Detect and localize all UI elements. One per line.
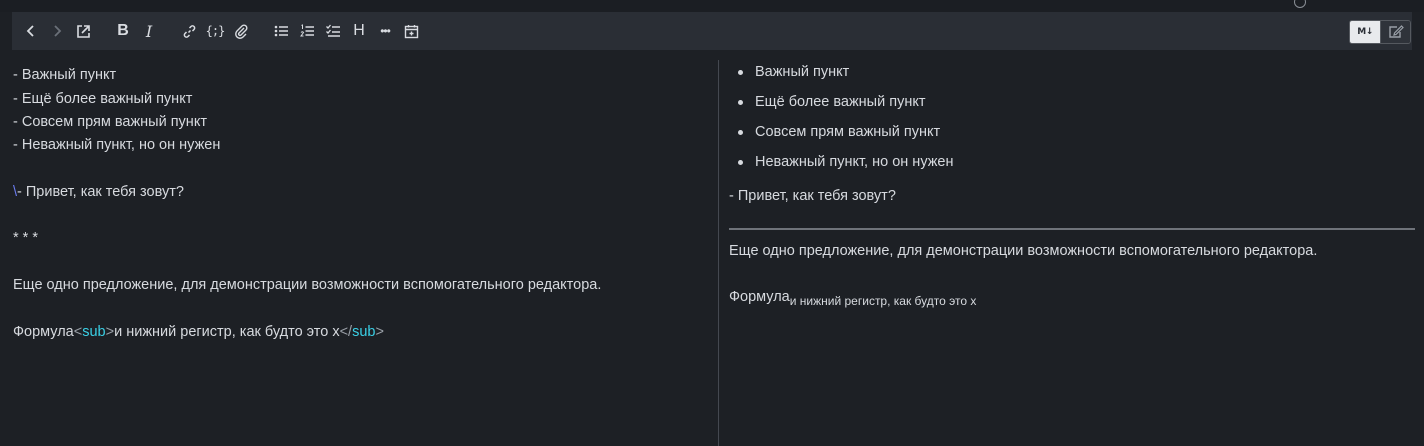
- editor-line: - Ещё более важный пункт: [13, 91, 193, 107]
- sub-open-tag: sub: [82, 324, 106, 340]
- list-bullet: [738, 130, 743, 135]
- escaped-paragraph: - Привет, как тебя зовут?: [729, 188, 896, 204]
- formula-prefix: Формула: [13, 324, 74, 340]
- bullet-list-button[interactable]: [268, 18, 294, 44]
- window-top-strip: [0, 0, 1424, 12]
- paragraph: Еще одно предложение, для демонстрации в…: [729, 243, 1318, 259]
- markdown-mode-button[interactable]: M↓: [1350, 21, 1380, 43]
- italic-button[interactable]: I: [136, 18, 162, 44]
- list-bullet: [738, 100, 743, 105]
- list-item: Совсем прям важный пункт: [755, 124, 941, 140]
- status-circle-icon: [1294, 0, 1306, 8]
- code-button[interactable]: {;}: [202, 18, 228, 44]
- formula-text: Формула: [729, 289, 790, 305]
- formula-subscript: и нижний регистр, как будто это x: [789, 294, 977, 308]
- heading-icon: H: [353, 22, 365, 39]
- chevron-right-icon: [54, 25, 62, 37]
- list-item: Важный пункт: [755, 64, 850, 80]
- numbered-list-button[interactable]: [294, 18, 320, 44]
- list-item: Неважный пункт, но он нужен: [755, 154, 954, 170]
- code-braces-icon: {;}: [205, 24, 226, 38]
- calendar-plus-icon: [404, 24, 418, 38]
- horizontal-rule: [729, 228, 1415, 230]
- external-link-icon: [76, 24, 90, 38]
- chevron-left-icon: [26, 25, 34, 37]
- editor-line: - Совсем прям важный пункт: [13, 114, 207, 130]
- sub-close-tag: sub: [352, 324, 376, 340]
- editor-line: - Важный пункт: [13, 67, 117, 83]
- list-item: Ещё более важный пункт: [755, 94, 926, 110]
- editor-line: Еще одно предложение, для демонстрации в…: [13, 277, 602, 293]
- editor-line: - Неважный пункт, но он нужен: [13, 137, 221, 153]
- editor-line-formula: Формула<sub>и нижний регистр, как будто …: [13, 324, 384, 340]
- editor-line-escaped: \- Привет, как тебя зовут?: [13, 183, 184, 201]
- edit-icon: [1388, 25, 1404, 38]
- link-icon: [183, 24, 195, 38]
- checklist-button[interactable]: [320, 18, 346, 44]
- paperclip-icon: [234, 23, 248, 39]
- bold-icon: B: [117, 22, 129, 39]
- insert-table-button[interactable]: [398, 18, 424, 44]
- numbered-list-icon: [299, 24, 314, 37]
- open-external-button[interactable]: [70, 18, 96, 44]
- more-icon: •••: [380, 24, 391, 38]
- editor-line-hr: * * *: [13, 230, 38, 246]
- back-button[interactable]: [18, 18, 44, 44]
- list-bullet: [738, 160, 743, 165]
- editor-mode-switch: M↓: [1349, 20, 1411, 44]
- link-button[interactable]: [176, 18, 202, 44]
- bold-button[interactable]: B: [110, 18, 136, 44]
- attach-button[interactable]: [228, 18, 254, 44]
- sub-text: и нижний регистр, как будто это x: [114, 324, 340, 340]
- markdown-preview: Важный пункт Ещё более важный пункт Совс…: [719, 60, 1424, 446]
- more-button[interactable]: •••: [372, 18, 398, 44]
- list-bullet: [738, 70, 743, 75]
- formula-paragraph: Формулаи нижний регистр, как будто это x: [729, 288, 976, 310]
- markdown-icon: M↓: [1357, 27, 1373, 37]
- forward-button[interactable]: [44, 18, 70, 44]
- italic-icon: I: [145, 21, 153, 41]
- heading-button[interactable]: H: [346, 18, 372, 44]
- wysiwyg-mode-button[interactable]: [1380, 21, 1410, 43]
- editor-toolbar: B I {;} H ••• M↓: [12, 12, 1412, 50]
- escaped-text: - Привет, как тебя зовут?: [17, 184, 184, 200]
- markdown-editor[interactable]: - Важный пункт - Ещё более важный пункт …: [0, 60, 718, 446]
- checklist-icon: [325, 24, 340, 37]
- bullet-list-icon: [274, 25, 288, 37]
